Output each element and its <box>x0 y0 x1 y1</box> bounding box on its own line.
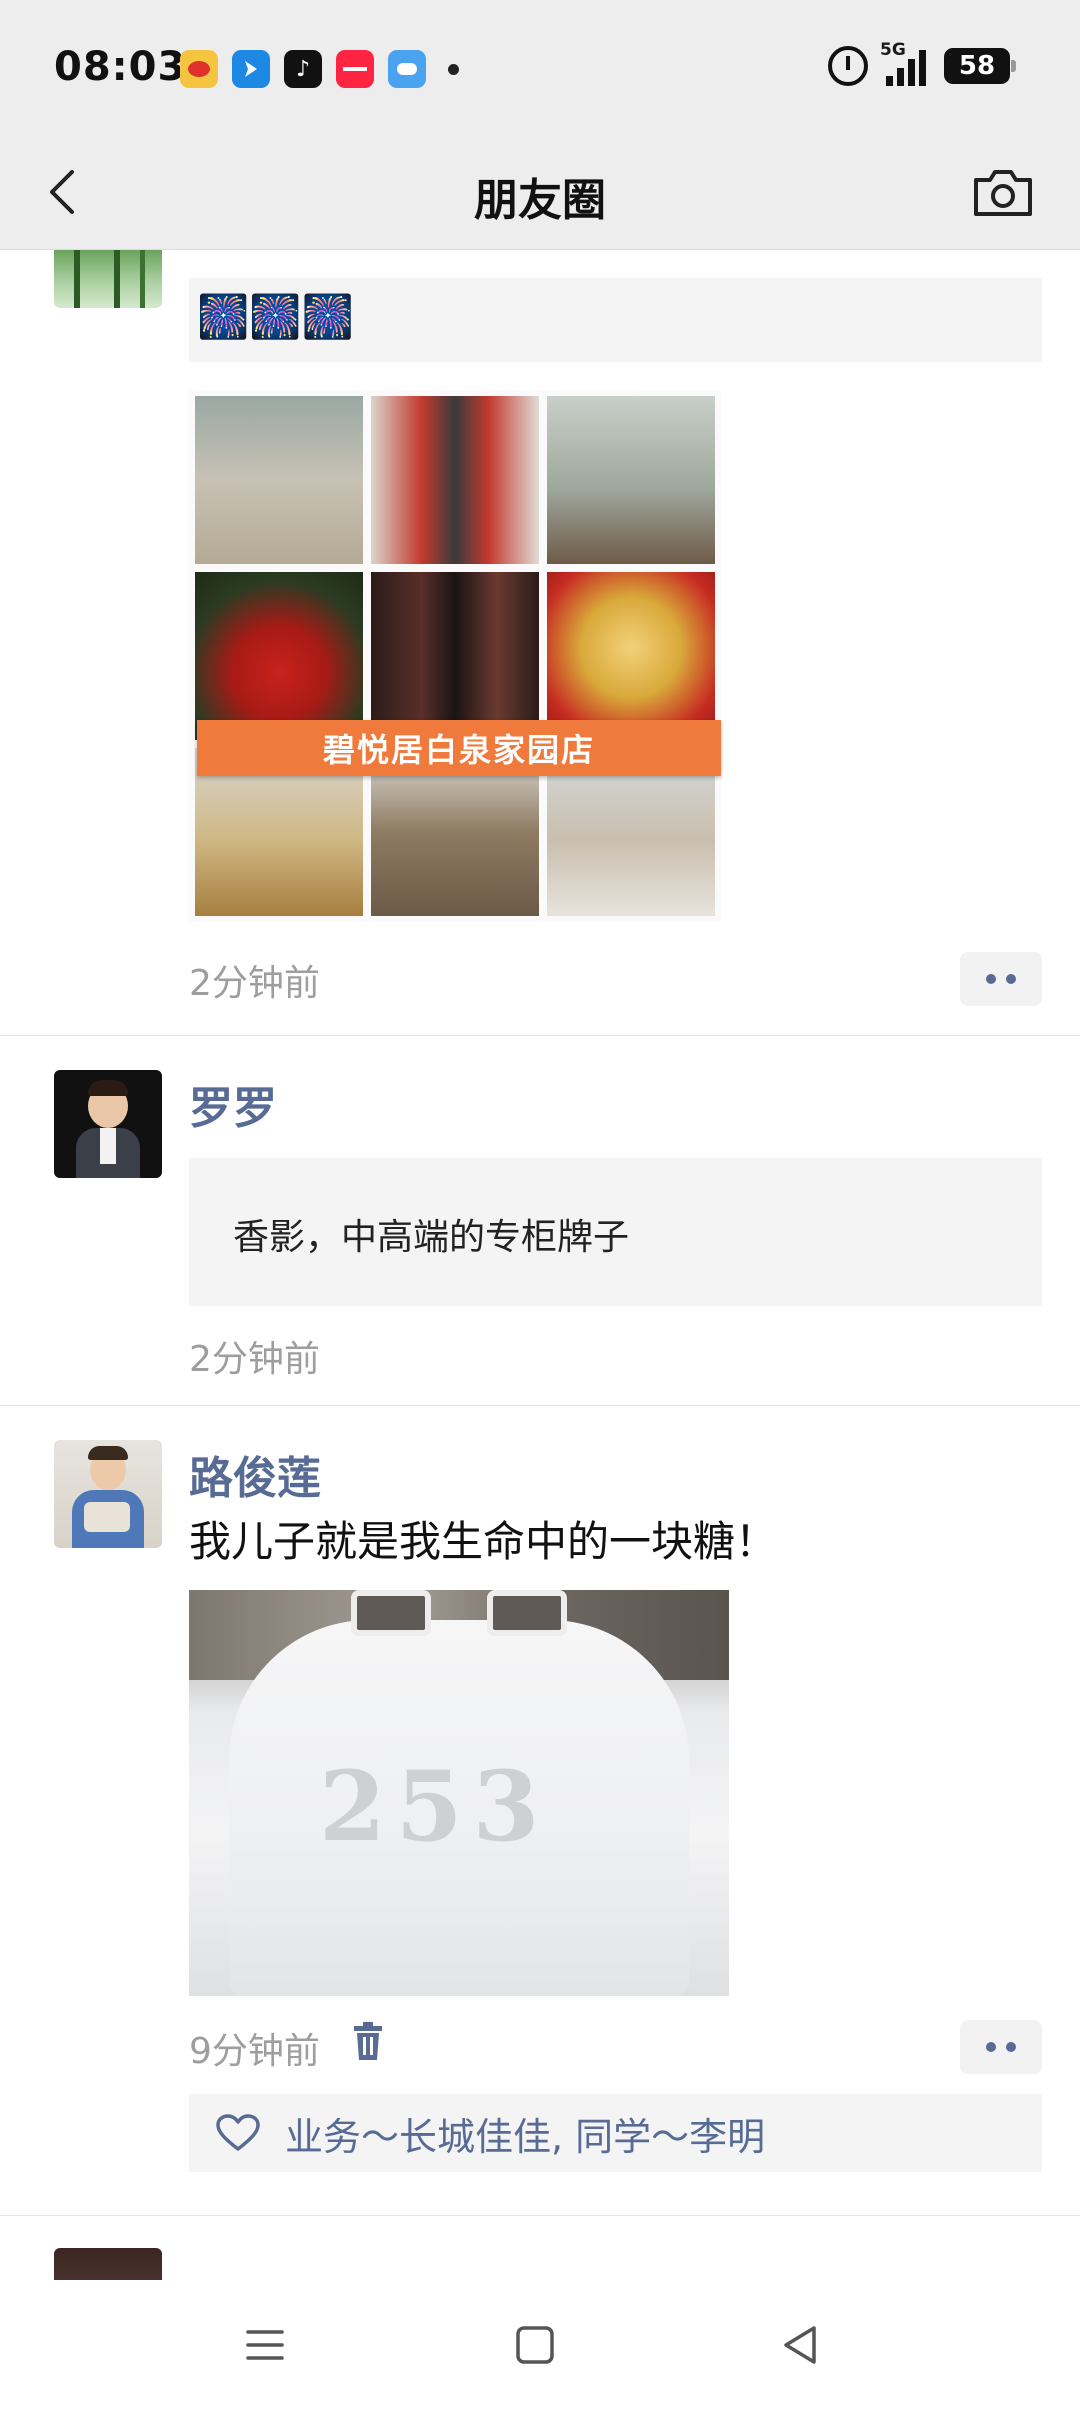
post-timestamp: 9分钟前 <box>189 2031 320 2072</box>
more-notifications-dot <box>448 63 459 75</box>
status-bar: 08:03 ♪ 5G 58 <box>0 0 1080 140</box>
more-actions-button[interactable] <box>960 952 1042 1006</box>
heart-icon <box>216 2114 260 2151</box>
post-text-card[interactable]: 🎆🎆🎆 <box>189 278 1042 362</box>
title-bar: 朋友圈 <box>0 140 1080 250</box>
post-timestamp: 2分钟前 <box>189 963 320 1004</box>
system-navigation-bar <box>0 2280 1080 2412</box>
signal-icon: 5G <box>880 40 926 86</box>
store-banner: 碧悦居白泉家园店 <box>197 720 721 776</box>
author-name[interactable]: 罗罗 <box>189 1072 277 1136</box>
battery-icon: 58 <box>944 48 1016 84</box>
notification-icons: ♪ <box>180 50 459 88</box>
author-name[interactable]: 路俊莲 <box>189 1442 321 1506</box>
post-text: 🎆🎆🎆 <box>197 292 354 341</box>
photo-thumbnail[interactable] <box>547 572 715 740</box>
liked-by-names[interactable]: 业务～长城佳佳, 同学～李明 <box>285 2106 765 2161</box>
post-divider <box>0 1035 1080 1036</box>
photo-thumbnail[interactable] <box>371 572 539 740</box>
photo-thumbnail[interactable] <box>371 396 539 564</box>
back-nav-button[interactable] <box>776 2320 826 2370</box>
menu-icon <box>246 2330 284 2360</box>
trash-icon <box>354 2022 382 2060</box>
avatar[interactable] <box>54 250 162 308</box>
alarm-icon <box>828 46 868 86</box>
more-actions-button[interactable] <box>960 2020 1042 2074</box>
photo-thumbnail[interactable] <box>195 396 363 564</box>
douyin-app-icon: ♪ <box>284 50 322 88</box>
post-divider <box>0 2215 1080 2216</box>
photo-thumbnail[interactable] <box>547 396 715 564</box>
post-photo[interactable]: 253 <box>189 1590 729 1996</box>
back-triangle-icon <box>784 2326 816 2364</box>
post-timestamp: 2分钟前 <box>189 1339 320 1380</box>
shared-link-card[interactable]: 香影，中高端的专柜牌子 <box>189 1158 1042 1306</box>
likes-bar: 业务～长城佳佳, 同学～李明 <box>189 2094 1042 2172</box>
avatar[interactable] <box>54 1070 162 1178</box>
home-nav-button[interactable] <box>510 2320 560 2370</box>
weibo-app-icon <box>180 50 218 88</box>
post-text: 我儿子就是我生命中的一块糖！ <box>189 1517 778 1566</box>
menu-nav-button[interactable] <box>240 2320 290 2370</box>
photo-grid[interactable] <box>189 390 721 922</box>
home-square-icon <box>516 2326 554 2364</box>
camera-icon <box>974 170 1032 216</box>
photo-thumbnail[interactable] <box>195 572 363 740</box>
moments-feed[interactable]: 🎆🎆🎆 碧悦居白泉家园店 2分钟前 罗罗 香影，中高端的专柜牌子 2分钟前 路俊… <box>0 250 1080 2280</box>
page-title: 朋友圈 <box>474 175 606 226</box>
shared-link-title: 香影，中高端的专柜牌子 <box>233 1217 630 1258</box>
camera-button[interactable] <box>970 160 1036 226</box>
status-time: 08:03 <box>54 44 187 90</box>
weather-app-icon <box>388 50 426 88</box>
post-divider <box>0 1405 1080 1406</box>
avatar[interactable] <box>54 2248 162 2280</box>
delete-button[interactable] <box>350 2022 386 2062</box>
network-type: 5G <box>880 40 906 60</box>
blue-arrow-app-icon <box>232 50 270 88</box>
avatar[interactable] <box>54 1440 162 1548</box>
xiaohongshu-app-icon <box>336 50 374 88</box>
system-icons: 5G 58 <box>828 40 1016 86</box>
battery-level: 58 <box>958 51 996 81</box>
